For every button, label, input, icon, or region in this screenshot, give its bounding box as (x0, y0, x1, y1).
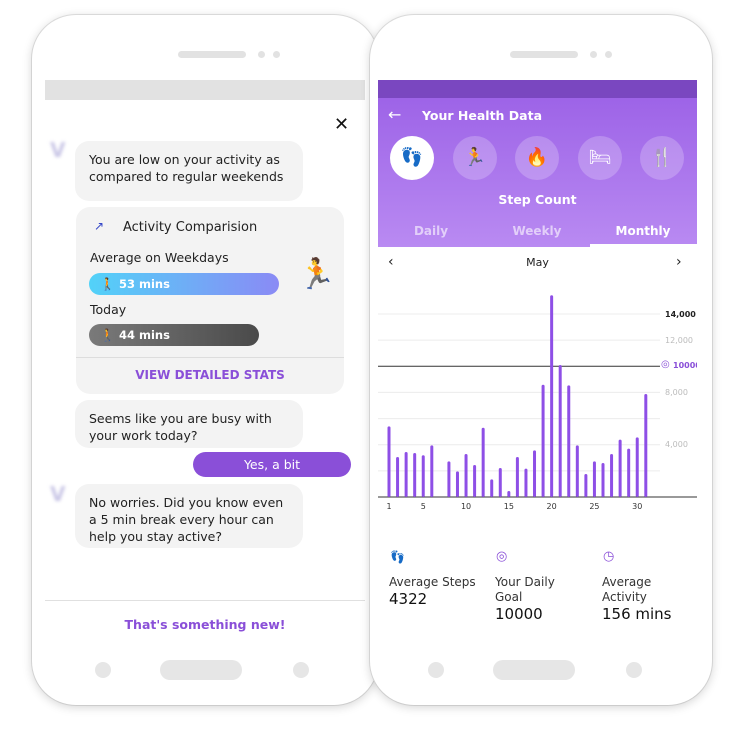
bar-day-25[interactable] (592, 461, 596, 497)
stat-average-steps: Average Steps 4322 (389, 575, 489, 608)
clock-icon: ◷ (603, 549, 615, 564)
x-tick: 15 (503, 502, 514, 511)
bar-day-28[interactable] (618, 439, 622, 497)
x-tick: 20 (546, 502, 557, 511)
x-tick: 1 (386, 502, 392, 511)
stat-label: Your Daily Goal (495, 575, 555, 604)
bar-day-31[interactable] (644, 393, 648, 497)
bar-day-10[interactable] (464, 453, 468, 497)
stat-value: 4322 (389, 590, 428, 608)
stat-value: 10000 (495, 605, 543, 623)
bar-day-13[interactable] (490, 479, 494, 497)
bar-day-8[interactable] (447, 461, 451, 497)
bar-day-14[interactable] (498, 467, 502, 497)
bar-day-21[interactable] (558, 364, 562, 497)
target-icon: ◎ (661, 359, 670, 370)
stat-value: 156 mins (602, 605, 672, 623)
bar-day-24[interactable] (584, 473, 588, 497)
bar-day-2[interactable] (396, 457, 400, 497)
stat-average-activity: Average Activity 156 mins (602, 575, 672, 623)
bar-day-18[interactable] (533, 450, 537, 497)
bar-day-6[interactable] (430, 445, 434, 497)
y-tick: 8,000 (665, 388, 688, 397)
bar-day-1[interactable] (387, 426, 391, 497)
bar-day-26[interactable] (601, 463, 605, 497)
bar-day-20[interactable] (550, 295, 554, 497)
bar-day-27[interactable] (610, 453, 614, 497)
stat-daily-goal: Your Daily Goal 10000 (495, 575, 565, 623)
y-tick: 4,000 (665, 440, 688, 449)
y-tick: 14,000 (665, 310, 696, 319)
bar-day-30[interactable] (635, 437, 639, 497)
x-tick: 10 (460, 502, 472, 511)
stat-label: Average Activity (602, 575, 652, 604)
x-tick: 25 (589, 502, 600, 511)
bar-day-22[interactable] (567, 385, 571, 497)
bar-day-9[interactable] (455, 471, 459, 497)
bar-day-15[interactable] (507, 490, 511, 497)
bar-day-12[interactable] (481, 427, 485, 497)
bar-day-23[interactable] (575, 445, 579, 497)
bar-day-4[interactable] (413, 452, 417, 497)
stat-label: Average Steps (389, 575, 476, 589)
y-tick: 12,000 (665, 336, 693, 345)
bar-day-29[interactable] (627, 448, 631, 497)
bar-day-11[interactable] (473, 464, 477, 497)
target-icon: ◎ (496, 549, 508, 564)
bar-day-19[interactable] (541, 384, 545, 497)
x-tick: 30 (632, 502, 643, 511)
bar-day-5[interactable] (421, 455, 425, 497)
footsteps-icon: 👣 (390, 550, 405, 564)
bar-day-3[interactable] (404, 452, 408, 497)
goal-label: 10000 (673, 361, 697, 370)
x-tick: 5 (420, 502, 426, 511)
bar-day-16[interactable] (515, 457, 519, 497)
bar-day-17[interactable] (524, 468, 528, 497)
